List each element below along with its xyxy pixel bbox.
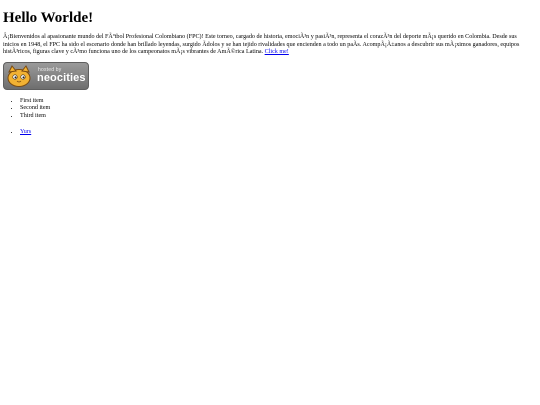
page: Hello Worlde! Â¡Bienvenidos al apasionan… (3, 0, 533, 136)
page-title: Hello Worlde! (3, 10, 94, 26)
list-item: First item (20, 98, 533, 106)
click-me-link[interactable]: Click me! (265, 49, 289, 55)
badge-big-text: neocities (37, 71, 86, 84)
list-item: Third item (20, 113, 533, 121)
list-item: Second item (20, 105, 533, 113)
neocities-badge[interactable]: hosted by neocities (3, 61, 89, 90)
link-list-item: Yurs (20, 129, 533, 137)
yurs-link[interactable]: Yurs (20, 129, 31, 135)
link-list: Yurs (3, 129, 533, 137)
cat-icon (7, 64, 31, 87)
item-list: First item Second item Third item (3, 98, 533, 121)
intro-paragraph: Â¡Bienvenidos al apasionante mundo del F… (3, 34, 531, 57)
intro-text: Â¡Bienvenidos al apasionante mundo del F… (3, 34, 520, 56)
